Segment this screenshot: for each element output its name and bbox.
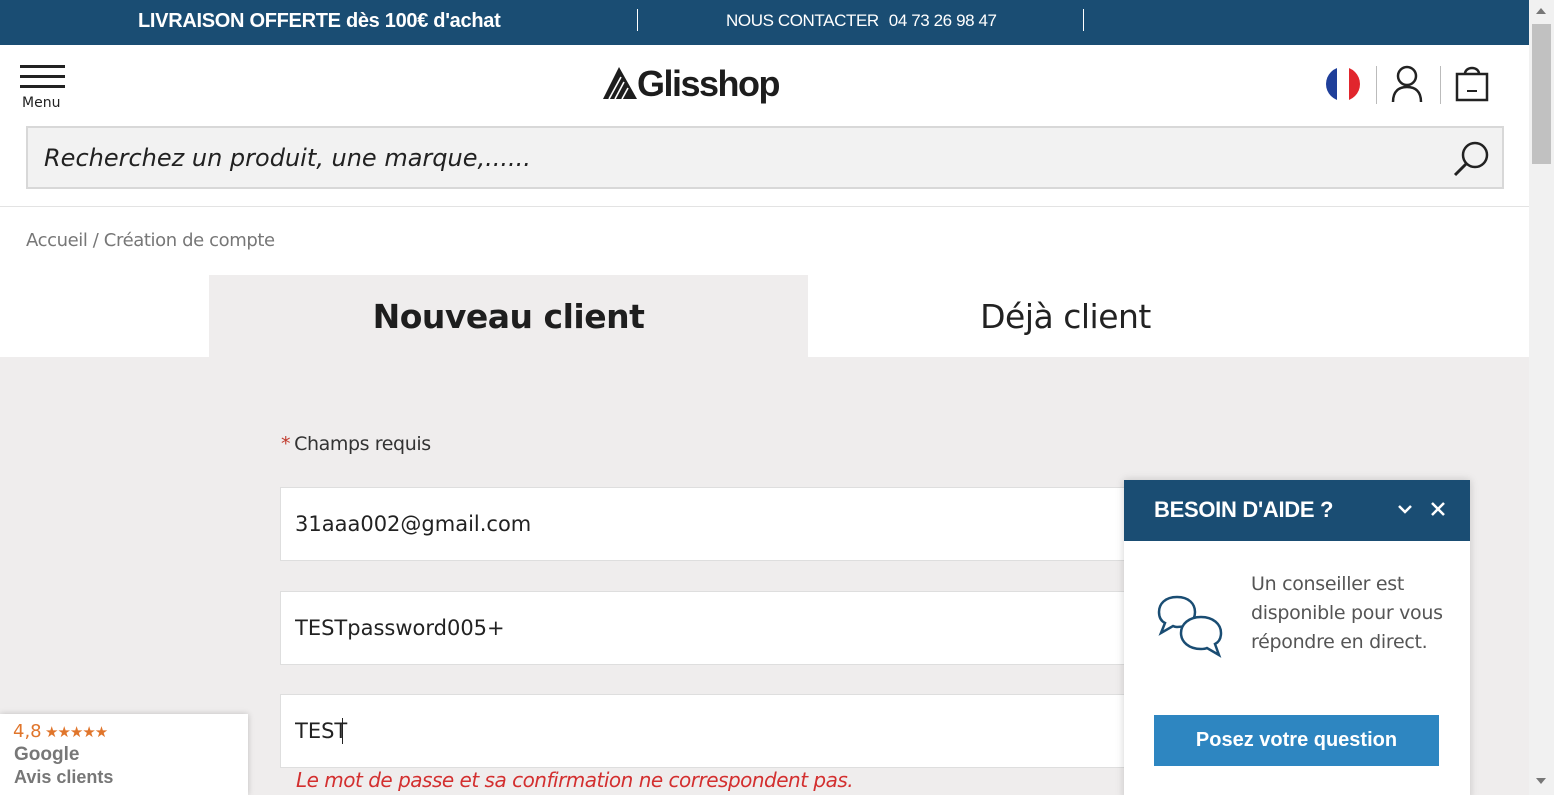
email-field [280,487,1180,561]
required-fields-note: * Champs requis [281,433,431,455]
logo-wordmark: Glisshop [637,63,781,104]
password-confirmation-input[interactable] [295,713,1155,749]
divider [1376,66,1377,104]
text-cursor [342,718,343,744]
password-confirmation-field [280,694,1180,768]
breadcrumb-home-link[interactable]: Accueil [26,230,88,251]
email-input[interactable] [295,506,1155,542]
tab-existing-client[interactable]: Déjà client [808,275,1323,357]
password-mismatch-error: Le mot de passe et sa confirmation ne co… [296,768,854,792]
chevron-down-icon[interactable] [1396,500,1414,518]
rating-value: 4,8 [13,721,42,742]
page-scrollbar[interactable] [1529,0,1554,795]
google-label: Google [14,744,80,765]
ask-question-button[interactable]: Posez votre question [1154,715,1439,766]
hamburger-icon-bar [20,85,65,88]
divider [637,9,638,31]
scroll-down-arrow-icon[interactable] [1536,778,1546,784]
divider [1083,9,1084,31]
close-icon[interactable] [1429,500,1447,518]
scrollbar-thumb[interactable] [1532,24,1551,164]
help-widget-title: BESOIN D'AIDE ? [1154,497,1334,522]
tab-new-client[interactable]: Nouveau client [209,275,808,357]
reviews-label: Avis clients [14,767,114,787]
search-icon[interactable] [1452,140,1492,178]
free-shipping-promo[interactable]: LIVRAISON OFFERTE dès 100€ d'achat [138,10,501,33]
required-label: Champs requis [294,433,431,455]
help-widget-header: BESOIN D'AIDE ? [1124,480,1470,541]
scroll-up-arrow-icon[interactable] [1536,8,1546,14]
chat-bubbles-icon [1157,595,1223,658]
contact-phone[interactable]: 04 73 26 98 47 [889,11,997,30]
password-field [280,591,1180,665]
menu-label: Menu [22,95,61,111]
hamburger-icon-bar [20,75,65,78]
google-reviews-badge[interactable]: 4,8 ★★★★★ Google Avis clients [0,714,248,795]
hamburger-icon [20,65,65,68]
header-divider [0,206,1529,207]
breadcrumb-separator: / [87,230,104,251]
search-bar [26,126,1504,189]
contact-info[interactable]: NOUS CONTACTER 04 73 26 98 47 [726,11,997,31]
site-logo[interactable]: Glisshop [603,63,788,107]
breadcrumb-current: Création de compte [103,230,275,251]
page: LIVRAISON OFFERTE dès 100€ d'achat NOUS … [0,0,1554,795]
top-announcement-bar: LIVRAISON OFFERTE dès 100€ d'achat NOUS … [0,0,1529,45]
menu-button[interactable]: Menu [20,65,66,113]
french-flag-icon[interactable] [1326,67,1360,101]
search-input[interactable] [44,138,1424,178]
required-asterisk: * [281,433,291,455]
mountain-logo-icon [603,67,637,99]
password-input[interactable] [295,610,1155,646]
help-chat-widget: BESOIN D'AIDE ? Un conseiller est dispon… [1124,480,1470,795]
user-account-icon[interactable] [1391,65,1423,103]
divider [1440,66,1441,104]
rating-stars-icon: ★★★★★ [45,723,108,741]
help-message: Un conseiller est disponible pour vous r… [1251,573,1443,653]
breadcrumb: Accueil / Création de compte [26,230,275,251]
shopping-bag-icon[interactable] [1455,64,1489,102]
contact-label: NOUS CONTACTER [726,11,879,30]
